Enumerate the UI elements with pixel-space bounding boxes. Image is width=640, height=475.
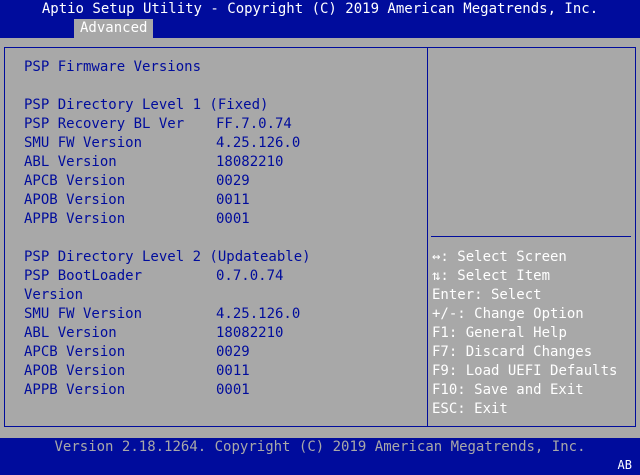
help-description: Discard Changes: [457, 344, 593, 360]
frame-left-border: [4, 47, 5, 427]
row-label: APPB Version: [24, 211, 126, 227]
row-label: PSP Recovery BL Ver: [24, 116, 185, 132]
help-separator: [431, 236, 631, 237]
frame-top-border: [4, 47, 636, 48]
help-key: +/-:: [432, 306, 466, 322]
corner-label: AB: [617, 458, 632, 472]
help-key: ESC:: [432, 401, 466, 417]
help-description: Select Item: [448, 268, 551, 284]
frame-bottom-border: [4, 426, 636, 427]
row-label: SMU FW Version: [24, 135, 143, 151]
help-key: F1:: [432, 325, 458, 341]
help-key: F10:: [432, 382, 466, 398]
level1-heading: PSP Directory Level 1 (Fixed): [24, 97, 269, 113]
main-panel: PSP Firmware Versions PSP Directory Leve…: [0, 38, 640, 438]
row-value: 0.7.0.74: [216, 268, 284, 284]
row-value: 0001: [216, 382, 250, 398]
window-title: Aptio Setup Utility - Copyright (C) 2019…: [41, 1, 599, 17]
row-label: ABL Version: [24, 154, 117, 170]
row-label: APOB Version: [24, 192, 126, 208]
help-item: +/-: Change Option: [432, 305, 584, 324]
row-value: 4.25.126.0: [216, 135, 301, 151]
row-label: APOB Version: [24, 363, 126, 379]
row-value: 4.25.126.0: [216, 306, 301, 322]
row-value: 0011: [216, 363, 250, 379]
frame-right-border: [635, 47, 636, 427]
row-label: APCB Version: [24, 344, 126, 360]
help-description: Save and Exit: [465, 382, 584, 398]
row-label: PSP BootLoader: [24, 268, 143, 284]
help-description: Change Option: [465, 306, 584, 322]
help-item: Enter: Select: [432, 286, 542, 305]
panel-divider: [427, 47, 428, 427]
row-value: FF.7.0.74: [216, 116, 292, 132]
footer-version: Version 2.18.1264. Copyright (C) 2019 Am…: [54, 439, 586, 455]
row-label: APPB Version: [24, 382, 126, 398]
level2-heading: PSP Directory Level 2 (Updateable): [24, 249, 311, 265]
help-item: ⇅: Select Item: [432, 267, 550, 286]
help-item: ESC: Exit: [432, 400, 508, 419]
help-description: Load UEFI Defaults: [457, 363, 618, 379]
help-description: General Help: [457, 325, 567, 341]
help-key: ⇅:: [432, 268, 449, 284]
help-key: F9:: [432, 363, 458, 379]
row-value: 18082210: [216, 325, 284, 341]
help-key: Enter:: [432, 287, 483, 303]
row-value: 18082210: [216, 154, 284, 170]
help-item: ↔: Select Screen: [432, 248, 567, 267]
help-description: Exit: [465, 401, 508, 417]
tab-advanced[interactable]: Advanced: [74, 19, 154, 38]
help-item: F10: Save and Exit: [432, 381, 584, 400]
row-label: ABL Version: [24, 325, 117, 341]
row-value: 0029: [216, 344, 250, 360]
row-label: SMU FW Version: [24, 306, 143, 322]
help-item: F1: General Help: [432, 324, 567, 343]
help-key: F7:: [432, 344, 458, 360]
row-label: Version: [24, 287, 84, 303]
row-value: 0011: [216, 192, 250, 208]
help-description: Select Screen: [448, 249, 567, 265]
row-value: 0029: [216, 173, 250, 189]
help-item: F7: Discard Changes: [432, 343, 592, 362]
row-value: 0001: [216, 211, 250, 227]
help-description: Select: [482, 287, 542, 303]
help-item: F9: Load UEFI Defaults: [432, 362, 617, 381]
help-key: ↔:: [432, 249, 449, 265]
section-title: PSP Firmware Versions: [24, 59, 202, 75]
row-label: APCB Version: [24, 173, 126, 189]
